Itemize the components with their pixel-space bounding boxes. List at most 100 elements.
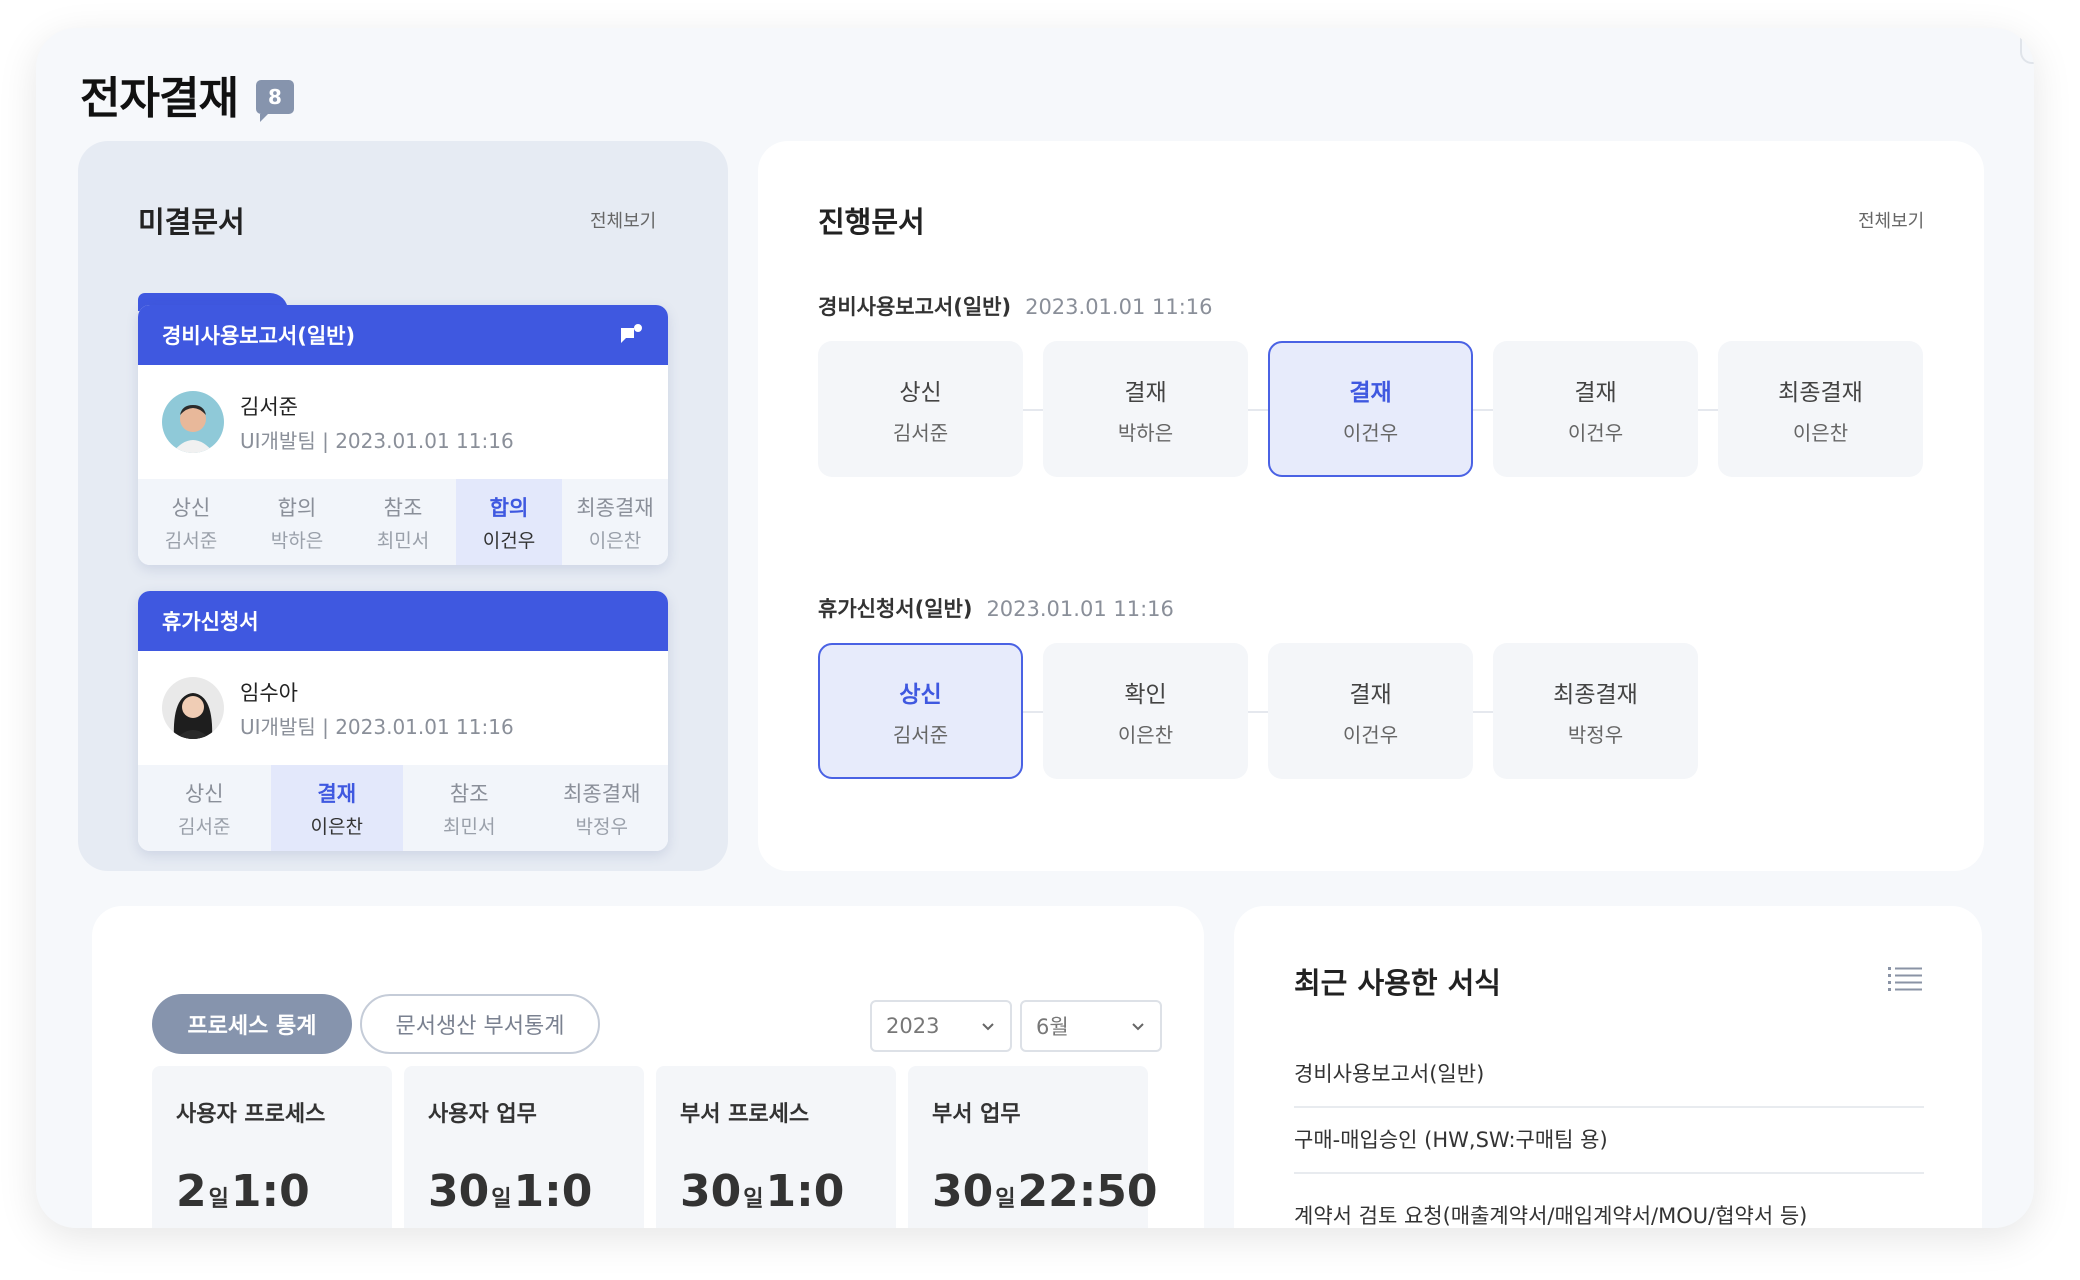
stat-card: 사용자 업무 30일1:0 (404, 1066, 644, 1228)
step-role: 최종결재 (1778, 379, 1863, 406)
recent-form-item[interactable]: 구매-매입승인 (HW,SW:구매팀 용) (1294, 1124, 1924, 1174)
stat-time: 1:0 (513, 1166, 593, 1217)
step-name: 이건우 (1342, 722, 1399, 747)
author-meta: UI개발팀 | 2023.01.01 11:16 (240, 428, 514, 453)
flow-step[interactable]: 결재이건우 (1493, 341, 1698, 477)
flow-doc-title[interactable]: 휴가신청서(일반) 2023.01.01 11:16 (818, 593, 1174, 623)
step-name: 최민서 (443, 815, 496, 838)
pending-doc-card[interactable]: 경비사용보고서(일반) 김서준 UI개발팀 | 2023.01.01 11:16… (138, 305, 668, 565)
day-unit: 일 (743, 1187, 764, 1212)
flow-step[interactable]: 상신김서준 (818, 341, 1023, 477)
pending-view-all-link[interactable]: 전체보기 (590, 207, 656, 233)
stat-label: 사용자 프로세스 (176, 1102, 326, 1127)
step-name: 이은찬 (1792, 420, 1849, 445)
step-name: 박정우 (1567, 722, 1624, 747)
approval-step[interactable]: 참조최민서 (350, 479, 456, 565)
step-role: 합의 (277, 495, 317, 520)
flow-step[interactable]: 확인 이은찬 (1043, 643, 1248, 779)
flow-step[interactable]: 최종결재이은찬 (1718, 341, 1923, 477)
progress-title: 진행문서 (818, 205, 925, 239)
flow-doc-title[interactable]: 경비사용보고서(일반) 2023.01.01 11:16 (818, 291, 1213, 321)
stat-days: 30 (932, 1166, 994, 1217)
step-role: 결재 (1349, 379, 1392, 406)
chevron-down-icon (1132, 1023, 1144, 1031)
flow-step[interactable]: 결재 박하은 (1043, 341, 1248, 477)
approval-step-current[interactable]: 결재이은찬 (270, 765, 403, 851)
progress-view-all-link[interactable]: 전체보기 (1858, 207, 1924, 233)
list-icon[interactable] (1888, 966, 1922, 992)
flow-step[interactable]: 최종결재박정우 (1493, 643, 1698, 779)
step-role: 결재 (1574, 379, 1617, 406)
app-window: 전자결재 8 미결문서 전체보기 경비사용보고서(일반) 김서준 UI개발팀 |… (36, 28, 2034, 1228)
step-role: 최종결재 (1553, 681, 1638, 708)
stat-days: 30 (428, 1166, 490, 1217)
stat-value: 30일1:0 (428, 1166, 644, 1217)
step-role: 상신 (184, 781, 224, 806)
pending-title: 미결문서 (138, 205, 245, 239)
stat-time: 1:0 (230, 1166, 310, 1217)
page-title: 전자결재 (80, 73, 239, 124)
count-badge: 8 (255, 80, 294, 122)
tab-process-stats[interactable]: 프로세스 통계 (152, 994, 352, 1054)
flow-step[interactable]: 결재이건우 (1268, 643, 1473, 779)
progress-panel: 진행문서 전체보기 경비사용보고서(일반) 2023.01.01 11:16 상신… (758, 141, 1984, 871)
step-name: 이건우 (1567, 420, 1624, 445)
approval-line: 상신 김서준 결재이은찬 참조최민서 최종결재 박정우 (138, 765, 668, 851)
day-unit: 일 (208, 1187, 229, 1212)
author-name: 임수아 (240, 680, 298, 705)
step-name: 이건우 (482, 529, 536, 552)
step-name: 최민서 (376, 529, 430, 552)
step-role: 합의 (489, 495, 529, 520)
flow-step-current[interactable]: 결재 이건우 (1268, 341, 1473, 477)
author-meta: UI개발팀 | 2023.01.01 11:16 (240, 714, 514, 739)
recent-forms-panel: 최근 사용한 서식 경비사용보고서(일반) 구매-매입승인 (HW,SW:구매팀… (1234, 906, 1982, 1228)
stat-value: 30일22:50 (932, 1166, 1158, 1217)
doc-title: 경비사용보고서(일반) (162, 324, 356, 348)
doc-author: 김서준 UI개발팀 | 2023.01.01 11:16 (138, 365, 668, 479)
flow-doc-name: 경비사용보고서(일반) (818, 295, 1012, 319)
step-role: 참조 (449, 781, 489, 806)
approval-step[interactable]: 참조최민서 (403, 765, 536, 851)
stat-label: 부서 프로세스 (680, 1102, 810, 1127)
step-role: 상신 (899, 379, 942, 406)
recent-form-item[interactable]: 계약서 검토 요청(매출계약서/매입계약서/MOU/협약서 등) (1294, 1200, 1924, 1228)
message-icon[interactable] (618, 322, 644, 348)
tab-dept-stats[interactable]: 문서생산 부서통계 (360, 994, 600, 1054)
stat-value: 2일1:0 (176, 1166, 392, 1217)
approval-step[interactable]: 상신 김서준 (138, 765, 271, 851)
stat-value: 30일1:0 (680, 1166, 896, 1217)
step-name: 박하은 (1117, 420, 1174, 445)
approval-step[interactable]: 최종결재 박정우 (536, 765, 669, 851)
approval-step[interactable]: 합의 박하은 (244, 479, 350, 565)
month-select[interactable]: 6월 (1020, 1000, 1162, 1052)
recent-form-item[interactable]: 경비사용보고서(일반) (1294, 1058, 1924, 1108)
step-role: 결재 (317, 781, 357, 806)
step-role: 참조 (383, 495, 423, 520)
stat-time: 22:50 (1017, 1166, 1158, 1217)
step-name: 이은찬 (310, 815, 363, 838)
step-role: 상신 (899, 681, 942, 708)
step-name: 김서준 (164, 529, 218, 552)
year-select[interactable]: 2023 (870, 1000, 1012, 1052)
step-name: 김서준 (892, 722, 949, 747)
step-role: 결재 (1349, 681, 1392, 708)
approval-step[interactable]: 상신 김서준 (138, 479, 244, 565)
flow-step-current[interactable]: 상신김서준 (818, 643, 1023, 779)
step-name: 박정우 (575, 815, 628, 838)
doc-card-header: 휴가신청서 (138, 591, 668, 651)
flow-connector (1473, 711, 1493, 713)
stat-days: 30 (680, 1166, 742, 1217)
window-corner (2020, 36, 2034, 64)
chevron-down-icon (982, 1023, 994, 1031)
step-role: 확인 (1124, 681, 1167, 708)
approval-step[interactable]: 최종결재 이은찬 (562, 479, 668, 565)
avatar (162, 677, 224, 739)
pending-panel: 미결문서 전체보기 경비사용보고서(일반) 김서준 UI개발팀 | 2023.0… (78, 141, 728, 871)
approval-step-current[interactable]: 합의이건우 (456, 479, 562, 565)
flow-doc-name: 휴가신청서(일반) (818, 597, 973, 621)
flow-connector (1023, 711, 1043, 713)
stat-card: 사용자 프로세스 2일1:0 (152, 1066, 392, 1228)
doc-title: 휴가신청서 (162, 610, 259, 634)
pending-doc-card[interactable]: 휴가신청서 임수아 UI개발팀 | 2023.01.01 11:16 상신 김서… (138, 591, 668, 851)
step-name: 김서준 (892, 420, 949, 445)
